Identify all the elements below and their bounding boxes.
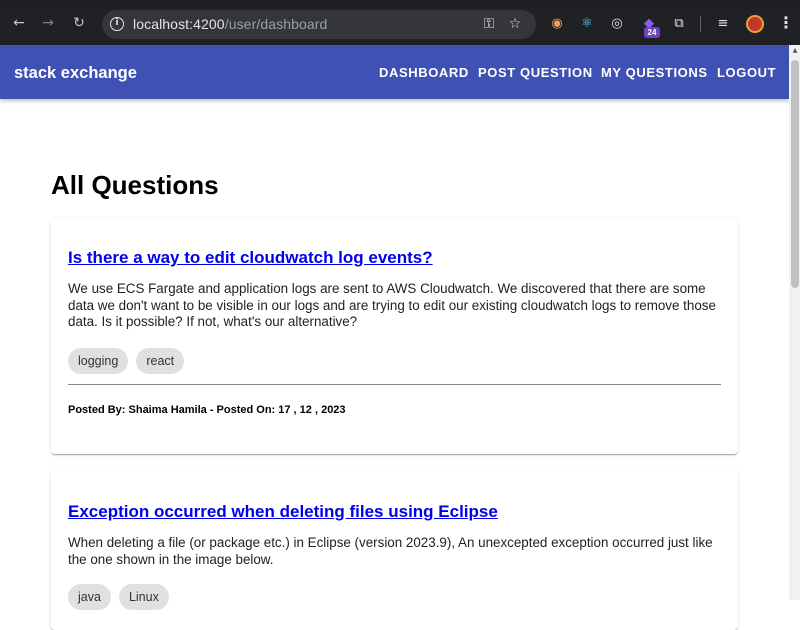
- browser-menu-icon[interactable]: ⋮: [778, 13, 794, 33]
- tag-list: java Linux: [68, 584, 169, 610]
- nav-logout[interactable]: LOGOUT: [717, 65, 776, 80]
- tag-chip[interactable]: Linux: [118, 584, 169, 610]
- back-icon[interactable]: ←: [11, 15, 27, 31]
- question-card: Is there a way to edit cloudwatch log ev…: [51, 218, 738, 454]
- tag-chip[interactable]: logging: [68, 348, 129, 374]
- tab-strip: [0, 0, 800, 6]
- toolbar-divider: [700, 16, 701, 32]
- tag-list: logging react: [68, 348, 185, 374]
- posted-meta: Posted By: Shaima Hamila - Posted On: 17…: [68, 404, 346, 416]
- forward-icon[interactable]: →: [40, 15, 56, 31]
- brand-logo-text[interactable]: stack exchange: [14, 64, 137, 83]
- tag-chip[interactable]: java: [68, 584, 111, 610]
- bookmark-star-icon[interactable]: ☆: [506, 15, 524, 33]
- nav-my-questions[interactable]: MY QUESTIONS: [601, 65, 708, 80]
- reading-list-icon[interactable]: ≡: [714, 15, 732, 33]
- reload-icon[interactable]: ↻: [71, 15, 87, 31]
- page-title: All Questions: [51, 170, 219, 200]
- question-body: When deleting a file (or package etc.) i…: [68, 535, 713, 567]
- extension-badge-count: 24: [644, 27, 660, 38]
- site-info-icon[interactable]: i: [110, 17, 124, 31]
- nav-post-question[interactable]: POST QUESTION: [478, 65, 593, 80]
- record-extension-icon[interactable]: ◎: [608, 15, 626, 33]
- scroll-up-icon[interactable]: ▲: [791, 47, 799, 55]
- password-key-icon[interactable]: ⚿: [480, 15, 498, 33]
- nav-dashboard[interactable]: DASHBOARD: [379, 65, 469, 80]
- url-host: localhost:4200: [133, 16, 225, 32]
- card-divider: [68, 384, 721, 385]
- question-card: Exception occurred when deleting files u…: [51, 470, 738, 630]
- react-devtools-icon[interactable]: ⚛: [578, 15, 596, 33]
- url-path: /user/dashboard: [224, 16, 328, 32]
- profile-avatar[interactable]: [746, 15, 764, 33]
- extension-avatar-icon[interactable]: ◉: [548, 15, 566, 33]
- puzzle-extensions-icon[interactable]: ⧉: [670, 15, 688, 33]
- app-navbar: stack exchange DASHBOARD POST QUESTION M…: [0, 45, 789, 99]
- question-title-link[interactable]: Is there a way to edit cloudwatch log ev…: [68, 248, 433, 268]
- question-body: We use ECS Fargate and application logs …: [68, 281, 716, 329]
- question-title-link[interactable]: Exception occurred when deleting files u…: [68, 502, 498, 522]
- url-text[interactable]: localhost:4200/user/dashboard: [133, 16, 327, 32]
- scrollbar-thumb[interactable]: [791, 60, 799, 288]
- tag-chip[interactable]: react: [136, 348, 185, 374]
